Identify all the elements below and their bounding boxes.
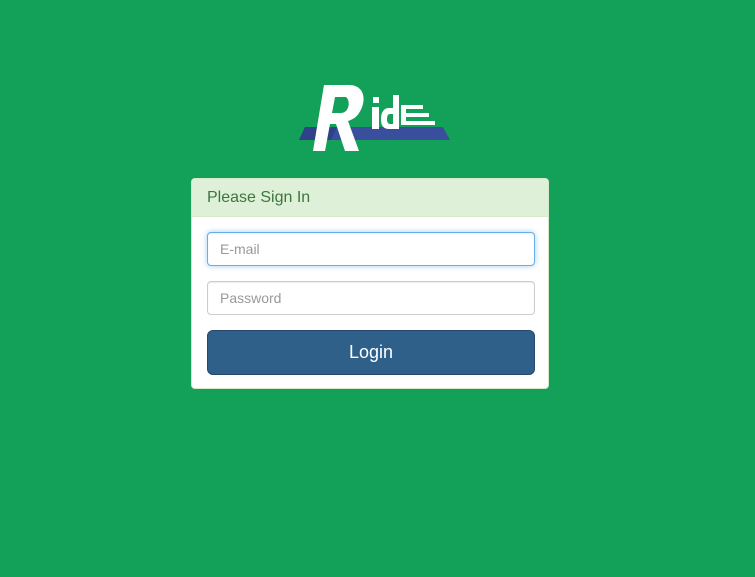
login-form: Login xyxy=(192,217,548,390)
panel-title: Please Sign In xyxy=(192,179,548,217)
ride-logo-graphic xyxy=(299,85,450,151)
login-button[interactable]: Login xyxy=(207,330,535,375)
ride-logo xyxy=(293,83,453,153)
password-field[interactable] xyxy=(207,281,535,315)
login-panel: Please Sign In Login xyxy=(191,178,549,389)
email-field[interactable] xyxy=(207,232,535,266)
